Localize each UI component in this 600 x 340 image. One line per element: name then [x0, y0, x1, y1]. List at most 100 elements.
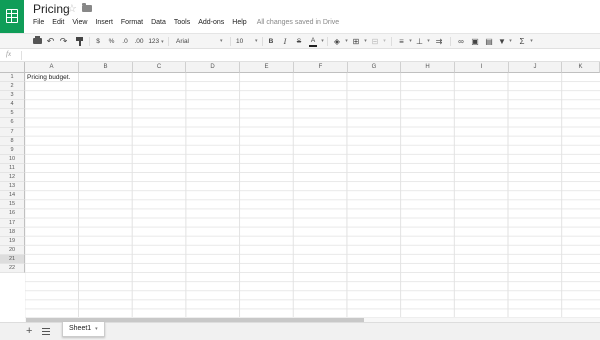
align-left-icon[interactable]: ≡	[397, 36, 406, 47]
sheet-tab-label: Sheet1	[69, 325, 92, 332]
document-title[interactable]: Pricing	[33, 2, 70, 16]
menu-edit[interactable]: Edit	[52, 17, 64, 29]
menu-tools[interactable]: Tools	[174, 17, 190, 29]
functions-icon[interactable]: Σ	[518, 36, 526, 47]
increase-decimal-button[interactable]: .00	[133, 36, 145, 47]
row-header[interactable]: 9	[0, 145, 25, 155]
column-header-h[interactable]: H	[401, 62, 455, 73]
row-header[interactable]: 22	[0, 263, 25, 274]
column-headers: A B C D E F G H I J K	[25, 62, 600, 73]
row-header[interactable]: 18	[0, 227, 25, 237]
column-header-a[interactable]: A	[25, 62, 79, 73]
text-color-button[interactable]: A	[309, 36, 317, 47]
percent-format-button[interactable]: %	[107, 36, 116, 47]
strikethrough-button[interactable]: S	[295, 36, 303, 47]
menu-view[interactable]: View	[72, 17, 87, 29]
menu-format[interactable]: Format	[121, 17, 143, 29]
row-header[interactable]: 1	[0, 73, 25, 83]
row-header[interactable]: 20	[0, 245, 25, 255]
redo-icon[interactable]: ↷	[59, 36, 68, 47]
row-header-selected[interactable]: 21	[0, 254, 25, 264]
decrease-decimal-button[interactable]: .0	[120, 36, 130, 47]
font-family-select[interactable]: Arial ▾	[176, 36, 226, 47]
row-header[interactable]: 19	[0, 236, 25, 246]
sheets-logo-icon[interactable]	[0, 0, 24, 33]
insert-chart-icon[interactable]: ▤	[484, 36, 494, 47]
formula-input[interactable]	[24, 50, 594, 61]
undo-icon[interactable]: ↶	[46, 36, 55, 47]
column-header-i[interactable]: I	[455, 62, 509, 73]
save-status[interactable]: All changes saved in Drive	[257, 17, 340, 29]
currency-format-button[interactable]: $	[94, 36, 102, 47]
row-header[interactable]: 15	[0, 200, 25, 210]
row-header[interactable]: 3	[0, 91, 25, 101]
borders-icon[interactable]: ⊞	[351, 36, 361, 47]
print-icon[interactable]	[33, 36, 42, 44]
column-header-c[interactable]: C	[133, 62, 186, 73]
formula-bar: fx	[0, 49, 600, 62]
column-header-k[interactable]: K	[562, 62, 600, 73]
font-size-select[interactable]: 10 ▾	[236, 36, 260, 47]
row-header[interactable]: 16	[0, 209, 25, 219]
row-header[interactable]: 13	[0, 182, 25, 192]
fx-icon: fx	[6, 50, 12, 58]
menu-addons[interactable]: Add-ons	[198, 17, 224, 29]
column-header-d[interactable]: D	[186, 62, 240, 73]
column-header-j[interactable]: J	[509, 62, 562, 73]
row-header[interactable]: 6	[0, 118, 25, 128]
column-header-f[interactable]: F	[294, 62, 348, 73]
row-header[interactable]: 8	[0, 136, 25, 146]
paint-format-icon[interactable]	[76, 37, 83, 46]
spreadsheet-grid: A B C D E F G H I J K 1 2 3 4 5 6 7 8 9 …	[0, 62, 600, 317]
row-header[interactable]: 14	[0, 191, 25, 201]
column-header-g[interactable]: G	[348, 62, 401, 73]
vertical-align-icon[interactable]: ⊥	[415, 36, 424, 47]
insert-comment-icon[interactable]: ▣	[470, 36, 480, 47]
row-header[interactable]: 11	[0, 163, 25, 174]
filter-icon[interactable]: ▼	[498, 36, 506, 47]
fx-divider	[21, 51, 22, 60]
row-header[interactable]: 17	[0, 218, 25, 228]
merge-cells-icon[interactable]: ⊟	[370, 36, 380, 47]
fill-color-dropdown[interactable]: ▾	[344, 36, 349, 47]
row-header[interactable]: 10	[0, 154, 25, 164]
cell-area[interactable]	[25, 73, 600, 317]
row-header[interactable]: 12	[0, 173, 25, 183]
text-wrap-icon[interactable]: ⇉	[434, 36, 444, 47]
bold-button[interactable]: B	[267, 36, 275, 47]
fill-color-icon[interactable]: ◈	[332, 36, 342, 47]
align-dropdown[interactable]: ▾	[408, 36, 413, 47]
menu-insert[interactable]: Insert	[95, 17, 113, 29]
folder-icon[interactable]	[82, 3, 92, 12]
filter-dropdown[interactable]: ▾	[508, 36, 513, 47]
sheet-tab-bar: + Sheet1 ▾	[0, 322, 600, 340]
menu-file[interactable]: File	[33, 17, 44, 29]
menu-help[interactable]: Help	[232, 17, 246, 29]
sheet-tab[interactable]: Sheet1 ▾	[62, 322, 105, 337]
borders-dropdown[interactable]: ▾	[363, 36, 368, 47]
menu-data[interactable]: Data	[151, 17, 166, 29]
all-sheets-icon[interactable]	[42, 328, 50, 335]
cell-a1[interactable]: Pricing budget.	[27, 74, 70, 82]
column-header-b[interactable]: B	[79, 62, 133, 73]
font-size-value: 10	[236, 38, 244, 45]
text-color-dropdown[interactable]: ▾	[320, 36, 325, 47]
row-headers: 1 2 3 4 5 6 7 8 9 10 11 12 13 14 15 16 1…	[0, 73, 25, 274]
sheet-tab-dropdown-icon[interactable]: ▾	[95, 326, 98, 332]
row-header[interactable]: 5	[0, 109, 25, 119]
row-header[interactable]: 2	[0, 82, 25, 92]
column-header-e[interactable]: E	[240, 62, 294, 73]
toolbar: ↶ ↷ $ % .0 .00 123 ▾ Arial ▾ 10 ▾ B I S A ▾…	[0, 33, 600, 49]
row-header[interactable]: 4	[0, 100, 25, 110]
add-sheet-button[interactable]: +	[26, 325, 32, 337]
functions-dropdown[interactable]: ▾	[529, 36, 534, 47]
merge-cells-dropdown[interactable]: ▾	[382, 36, 387, 47]
italic-button[interactable]: I	[281, 36, 289, 47]
select-all-corner[interactable]	[0, 62, 25, 73]
row-header[interactable]: 7	[0, 127, 25, 137]
star-icon[interactable]: ☆	[67, 2, 77, 16]
vertical-align-dropdown[interactable]: ▾	[426, 36, 431, 47]
more-formats-button[interactable]: 123 ▾	[148, 36, 164, 47]
insert-link-icon[interactable]: ∞	[456, 36, 466, 47]
menu-bar: File Edit View Insert Format Data Tools …	[33, 17, 339, 29]
